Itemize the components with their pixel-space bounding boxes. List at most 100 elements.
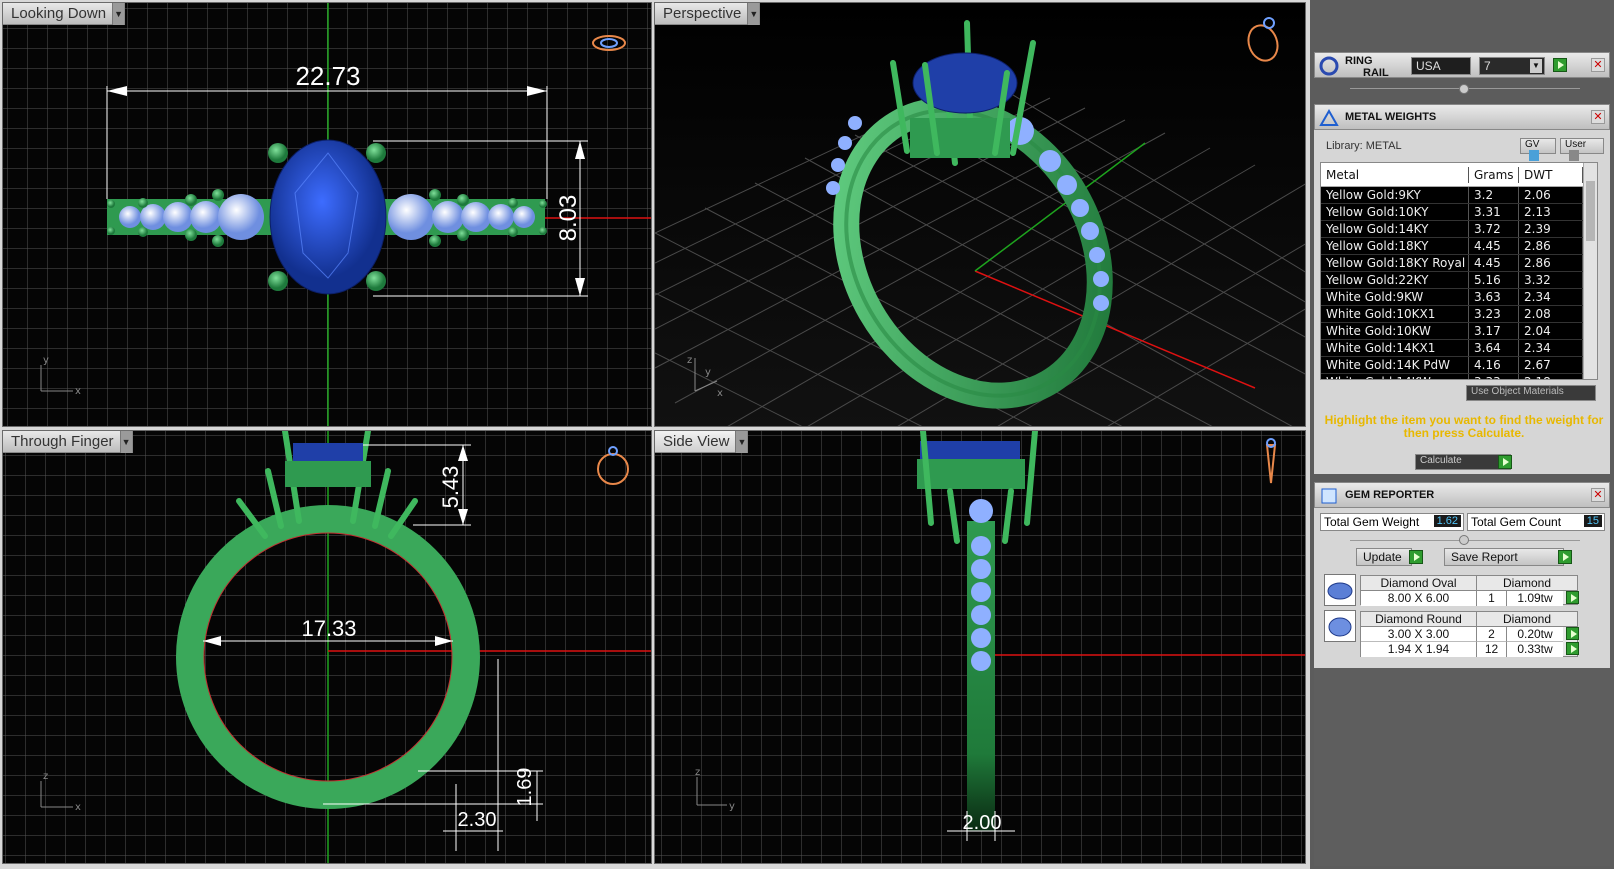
total-gem-weight-label: Total Gem Weight (1324, 515, 1420, 529)
viewport-through-finger[interactable]: Through Finger ▼ 17.33 5.43 1.69 2.30 z … (2, 430, 652, 864)
side-view-canvas: 2.00 z y (655, 431, 1305, 863)
table-row[interactable]: Yellow Gold:9KY 3.2 2.06 (1321, 187, 1597, 204)
perspective-canvas: z xy (655, 3, 1305, 426)
height-dimension: 8.03 (555, 195, 582, 242)
top-view-canvas: 22.73 8.03 y x (3, 3, 651, 426)
country-field[interactable]: USA (1411, 57, 1471, 75)
scale-icon (1319, 108, 1339, 126)
table-row[interactable]: White Gold:14KW3.332.18 (1321, 374, 1597, 379)
save-report-label: Save Report (1451, 550, 1518, 564)
center-stone (269, 139, 387, 295)
gem-size: 1.94 X 1.94 (1361, 642, 1477, 657)
table-scrollbar[interactable] (1583, 163, 1597, 379)
save-report-go-button[interactable] (1558, 550, 1572, 564)
viewport-title: Side View (663, 433, 730, 450)
viewport-label[interactable]: Looking Down ▼ (3, 3, 126, 25)
gem-material: Diamond (1477, 612, 1577, 627)
svg-text:z: z (687, 355, 692, 366)
svg-text:z: z (43, 771, 48, 782)
viewport-label[interactable]: Perspective ▼ (655, 3, 761, 25)
gem-select-button[interactable] (1566, 642, 1579, 655)
column-header[interactable]: DWT (1519, 166, 1583, 183)
band-width-dimension: 2.30 (458, 809, 497, 831)
grams-cell: 5.16 (1469, 272, 1519, 288)
column-header[interactable]: Grams (1469, 166, 1519, 183)
ring-size-select[interactable]: 7 ▼ (1479, 57, 1545, 75)
viewport-menu-button[interactable]: ▼ (747, 3, 760, 25)
inner-diameter-dimension: 17.33 (301, 616, 356, 641)
viewport-looking-down[interactable]: Looking Down ▼ 22.73 8.03 y x (2, 2, 652, 427)
oval-gem-icon (1327, 582, 1353, 600)
user-toggle[interactable]: User (1560, 138, 1604, 161)
viewport-perspective[interactable]: Perspective ▼ z xy (654, 2, 1306, 427)
gv-toggle[interactable]: GV (1520, 138, 1556, 161)
ring-rail-collapse-handle[interactable] (1459, 84, 1469, 94)
close-icon[interactable]: ✕ (1591, 488, 1605, 502)
table-row[interactable]: White Gold:14K PdW 4.16 2.67 (1321, 357, 1597, 374)
svg-text:z: z (695, 767, 700, 778)
metal-name-cell: White Gold:14KW (1321, 374, 1469, 379)
calculate-button[interactable]: Calculate (1415, 454, 1511, 470)
column-header[interactable]: Metal (1321, 166, 1469, 183)
viewport-side-view[interactable]: Side View ▼ 2.00 z y (654, 430, 1306, 864)
use-object-materials-checkbox[interactable]: Use Object Materials (1466, 385, 1596, 401)
dwt-cell: 2.06 (1519, 187, 1583, 203)
metal-name-cell: Yellow Gold:18KY Royal (1321, 255, 1469, 271)
grams-cell: 4.45 (1469, 255, 1519, 271)
close-icon[interactable]: ✕ (1591, 58, 1605, 72)
viewport-label[interactable]: Through Finger ▼ (3, 431, 133, 453)
gem-select-button[interactable] (1566, 591, 1579, 604)
gem-reporter-empty-area (1314, 668, 1610, 866)
gem-weight: 0.33tw (1507, 642, 1563, 657)
metal-weights-header: METAL WEIGHTS ✕ (1314, 104, 1610, 130)
svg-text:x: x (717, 388, 723, 399)
gem-weight: 0.20tw (1507, 627, 1563, 642)
viewport-menu-button[interactable]: ▼ (112, 3, 125, 25)
svg-text:y: y (729, 801, 735, 812)
width-dimension: 22.73 (295, 61, 360, 91)
dwt-cell: 2.13 (1519, 204, 1583, 220)
grams-cell: 3.64 (1469, 340, 1519, 356)
ring-rail-apply-button[interactable] (1553, 58, 1567, 72)
gem-reporter-header: GEM REPORTER ✕ (1314, 482, 1610, 508)
table-row[interactable]: White Gold:10KX1 3.23 2.08 (1321, 306, 1597, 323)
update-go-button[interactable] (1409, 550, 1423, 564)
viewport-label[interactable]: Side View ▼ (655, 431, 749, 453)
calculate-go-button[interactable] (1498, 455, 1512, 469)
ring-size-value: 7 (1484, 59, 1491, 73)
gv-label: GV (1525, 139, 1540, 150)
svg-text:x: x (75, 386, 81, 397)
metal-weights-table[interactable]: Metal Grams DWT Yellow Gold:9KY 3.2 2.06 Ye… (1320, 162, 1598, 380)
viewport-menu-button[interactable]: ▼ (119, 431, 132, 453)
grams-cell: 3.31 (1469, 204, 1519, 220)
svg-text:x: x (75, 802, 81, 813)
gem-group-oval[interactable]: Diamond Oval Diamond 8.00 X 6.00 1 1.09t… (1360, 575, 1578, 606)
metal-name-cell: Yellow Gold:14KY (1321, 221, 1469, 237)
dwt-cell: 2.39 (1519, 221, 1583, 237)
ring-rail-header: RING RAIL USA 7 ▼ ✕ (1314, 52, 1610, 79)
dwt-cell: 2.08 (1519, 306, 1583, 322)
metal-name-cell: Yellow Gold:9KY (1321, 187, 1469, 203)
dwt-cell: 2.18 (1519, 374, 1583, 379)
table-row[interactable]: Yellow Gold:18KY Royal 4.45 2.86 (1321, 255, 1597, 272)
ring-rail-title-1: RING (1345, 55, 1373, 67)
table-row[interactable]: White Gold:14KX1 3.64 2.34 (1321, 340, 1597, 357)
close-icon[interactable]: ✕ (1591, 110, 1605, 124)
user-label: User (1565, 139, 1587, 150)
table-row[interactable]: Yellow Gold:10KY 3.31 2.13 (1321, 204, 1597, 221)
table-row[interactable]: White Gold:9KW 3.63 2.34 (1321, 289, 1597, 306)
save-report-button[interactable]: Save Report (1444, 548, 1564, 566)
metal-weights-title: METAL WEIGHTS (1345, 111, 1437, 123)
table-row[interactable]: Yellow Gold:22KY 5.16 3.32 (1321, 272, 1597, 289)
update-button[interactable]: Update (1356, 548, 1412, 566)
viewport-menu-button[interactable]: ▼ (735, 431, 748, 453)
gem-select-button[interactable] (1566, 627, 1579, 640)
table-row[interactable]: Yellow Gold:18KY 4.45 2.86 (1321, 238, 1597, 255)
table-row[interactable]: Yellow Gold:14KY 3.72 2.39 (1321, 221, 1597, 238)
gem-group-round[interactable]: Diamond Round Diamond 3.00 X 3.00 2 0.20… (1360, 611, 1578, 657)
gem-reporter-collapse-handle[interactable] (1459, 535, 1469, 545)
table-row[interactable]: White Gold:10KW 3.17 2.04 (1321, 323, 1597, 340)
grams-cell: 3.63 (1469, 289, 1519, 305)
dwt-cell: 2.34 (1519, 340, 1583, 356)
table-header: Metal Grams DWT (1321, 163, 1597, 187)
